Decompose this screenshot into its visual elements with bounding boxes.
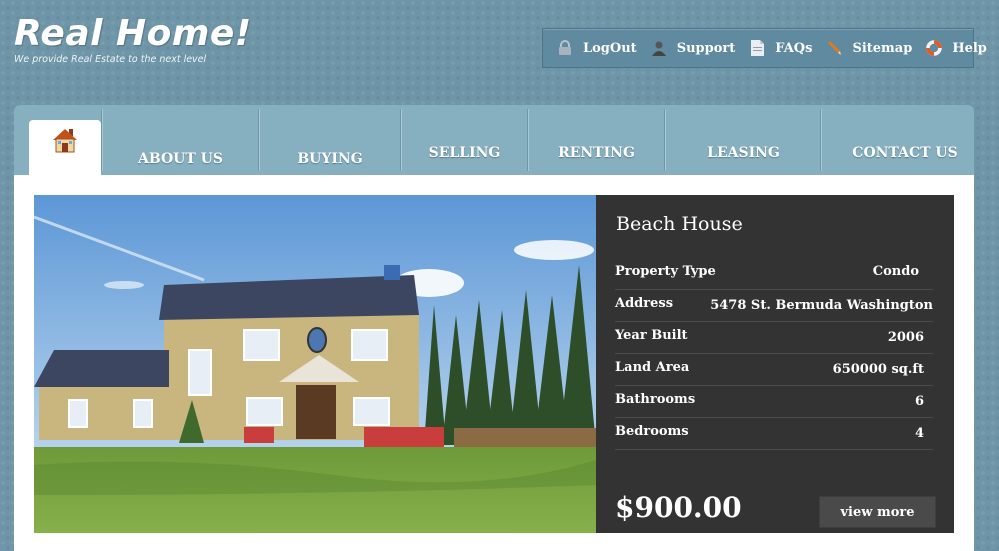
document-icon [749,40,765,56]
support-link[interactable]: Support [651,40,736,56]
detail-row-bedrooms: Bedrooms 4 [615,417,933,450]
detail-value: Condo [872,264,919,279]
property-price: $900.00 [615,491,742,524]
detail-row-property-type: Property Type Condo [615,257,933,290]
lifebuoy-icon [926,40,943,56]
detail-label: Year Built [615,328,688,343]
support-person-icon [651,40,667,56]
nav-item-about-us[interactable]: ABOUT US [103,105,258,167]
main-nav: ABOUT US BUYING SELLING RENTING LEASING … [14,105,974,175]
main-content: Beach House Property Type Condo Address … [14,175,974,551]
site-logo[interactable]: Real Home! We provide Real Estate to the… [14,13,252,66]
detail-label: Land Area [615,360,690,375]
detail-label: Address [615,296,674,311]
detail-value: 2006 [887,330,924,345]
nav-item-selling[interactable]: SELLING [402,105,527,161]
detail-row-year-built: Year Built 2006 [615,321,933,354]
property-details-panel: Beach House Property Type Condo Address … [596,195,954,533]
help-link[interactable]: Help [926,40,987,56]
detail-label: Bathrooms [615,392,696,407]
house-icon [53,129,77,153]
sitemap-link[interactable]: Sitemap [826,40,912,56]
nav-item-renting[interactable]: RENTING [529,105,664,161]
detail-label: Property Type [615,264,716,279]
detail-value: 4 [914,426,924,441]
pencil-icon [826,40,842,56]
top-links-bar: LogOut Support FAQs Sitemap Help [542,28,987,68]
nav-home-tab[interactable] [29,120,101,175]
detail-label: Bedrooms [615,424,689,439]
logo-tagline: We provide Real Estate to the next level [14,54,207,65]
logout-link[interactable]: LogOut [557,40,637,56]
help-label: Help [952,40,987,56]
logout-label: LogOut [583,40,637,56]
faqs-link[interactable]: FAQs [749,40,812,56]
sitemap-label: Sitemap [852,40,913,56]
view-more-button[interactable]: view more [819,496,936,528]
property-photo[interactable] [34,195,596,533]
detail-value: 5478 St. Bermuda Washington [710,298,933,313]
logo-title: Real Home! [14,13,252,54]
support-label: Support [676,40,736,56]
nav-item-buying[interactable]: BUYING [260,105,400,167]
detail-value: 6 [914,394,924,409]
property-title: Beach House [616,213,743,235]
detail-row-bathrooms: Bathrooms 6 [615,385,933,418]
detail-row-land-area: Land Area 650000 sq.ft [615,353,933,386]
lock-icon [557,40,573,56]
detail-row-address: Address 5478 St. Bermuda Washington [615,289,933,322]
nav-item-contact-us[interactable]: CONTACT US [822,105,988,161]
detail-value: 650000 sq.ft [832,362,924,377]
nav-item-leasing[interactable]: LEASING [666,105,821,161]
faqs-label: FAQs [775,40,813,56]
